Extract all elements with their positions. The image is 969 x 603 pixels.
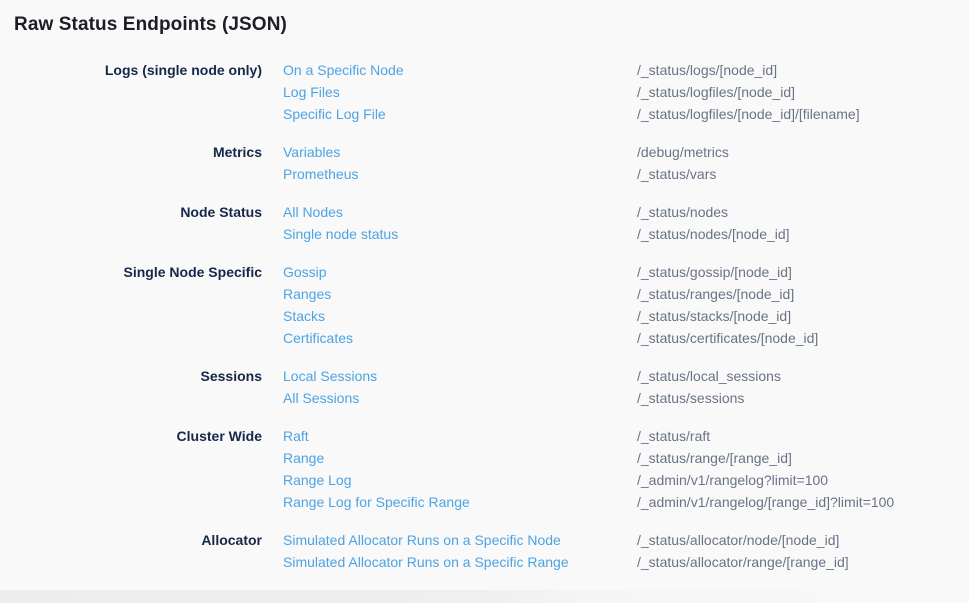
endpoint-link-range[interactable]: Range [283, 447, 637, 469]
group-label: Logs (single node only) [14, 59, 262, 81]
endpoint-link-ranges[interactable]: Ranges [283, 283, 637, 305]
endpoint-link-prometheus[interactable]: Prometheus [283, 163, 637, 185]
endpoint-row: Local Sessions /_status/local_sessions [283, 365, 955, 387]
endpoint-link-log-files[interactable]: Log Files [283, 81, 637, 103]
endpoint-group-allocator: Allocator Simulated Allocator Runs on a … [14, 529, 955, 573]
endpoint-row: Simulated Allocator Runs on a Specific R… [283, 551, 955, 573]
endpoint-path: /_status/allocator/range/[range_id] [637, 551, 849, 573]
endpoint-link-simulated-allocator-node[interactable]: Simulated Allocator Runs on a Specific N… [283, 529, 637, 551]
endpoint-path: /_status/sessions [637, 387, 744, 409]
endpoint-link-all-nodes[interactable]: All Nodes [283, 201, 637, 223]
endpoint-group-node-status: Node Status All Nodes /_status/nodes Sin… [14, 201, 955, 245]
endpoint-row: Raft /_status/raft [283, 425, 955, 447]
endpoint-row: All Nodes /_status/nodes [283, 201, 955, 223]
endpoint-link-variables[interactable]: Variables [283, 141, 637, 163]
endpoint-group-logs: Logs (single node only) On a Specific No… [14, 59, 955, 125]
endpoint-groups: Logs (single node only) On a Specific No… [14, 59, 955, 573]
endpoint-link-gossip[interactable]: Gossip [283, 261, 637, 283]
endpoint-row: Variables /debug/metrics [283, 141, 955, 163]
endpoint-group-metrics: Metrics Variables /debug/metrics Prometh… [14, 141, 955, 185]
endpoint-path: /_status/gossip/[node_id] [637, 261, 792, 283]
group-label: Single Node Specific [14, 261, 262, 283]
endpoint-row: Range Log /_admin/v1/rangelog?limit=100 [283, 469, 955, 491]
endpoint-link-raft[interactable]: Raft [283, 425, 637, 447]
endpoint-link-certificates[interactable]: Certificates [283, 327, 637, 349]
endpoint-path: /_status/certificates/[node_id] [637, 327, 818, 349]
raw-status-endpoints-page: Raw Status Endpoints (JSON) Logs (single… [0, 0, 969, 573]
endpoint-path: /_status/logfiles/[node_id] [637, 81, 795, 103]
endpoint-row: Certificates /_status/certificates/[node… [283, 327, 955, 349]
group-label: Cluster Wide [14, 425, 262, 447]
endpoint-path: /_admin/v1/rangelog/[range_id]?limit=100 [637, 491, 894, 513]
endpoint-row: Ranges /_status/ranges/[node_id] [283, 283, 955, 305]
endpoint-link-range-log[interactable]: Range Log [283, 469, 637, 491]
endpoint-link-on-a-specific-node[interactable]: On a Specific Node [283, 59, 637, 81]
group-label: Metrics [14, 141, 262, 163]
endpoint-path: /_admin/v1/rangelog?limit=100 [637, 469, 828, 491]
endpoint-link-all-sessions[interactable]: All Sessions [283, 387, 637, 409]
endpoint-path: /_status/logs/[node_id] [637, 59, 777, 81]
endpoint-path: /_status/raft [637, 425, 710, 447]
endpoint-row: Log Files /_status/logfiles/[node_id] [283, 81, 955, 103]
endpoint-path: /_status/allocator/node/[node_id] [637, 529, 839, 551]
endpoint-link-simulated-allocator-range[interactable]: Simulated Allocator Runs on a Specific R… [283, 551, 637, 573]
endpoint-link-local-sessions[interactable]: Local Sessions [283, 365, 637, 387]
endpoint-path: /_status/stacks/[node_id] [637, 305, 791, 327]
endpoint-row: Specific Log File /_status/logfiles/[nod… [283, 103, 955, 125]
page-title: Raw Status Endpoints (JSON) [14, 13, 955, 37]
endpoint-row: All Sessions /_status/sessions [283, 387, 955, 409]
endpoint-row: Prometheus /_status/vars [283, 163, 955, 185]
endpoint-path: /_status/ranges/[node_id] [637, 283, 794, 305]
endpoint-path: /_status/local_sessions [637, 365, 781, 387]
endpoint-row: Range Log for Specific Range /_admin/v1/… [283, 491, 955, 513]
endpoint-row: Gossip /_status/gossip/[node_id] [283, 261, 955, 283]
endpoint-row: Range /_status/range/[range_id] [283, 447, 955, 469]
endpoint-path: /_status/nodes/[node_id] [637, 223, 790, 245]
endpoint-group-cluster-wide: Cluster Wide Raft /_status/raft Range /_… [14, 425, 955, 513]
endpoint-link-stacks[interactable]: Stacks [283, 305, 637, 327]
bottom-panel-edge [0, 590, 969, 603]
endpoint-row: On a Specific Node /_status/logs/[node_i… [283, 59, 955, 81]
endpoint-row: Stacks /_status/stacks/[node_id] [283, 305, 955, 327]
endpoint-path: /_status/vars [637, 163, 716, 185]
endpoint-link-single-node-status[interactable]: Single node status [283, 223, 637, 245]
group-label: Node Status [14, 201, 262, 223]
endpoint-path: /_status/range/[range_id] [637, 447, 792, 469]
group-label: Sessions [14, 365, 262, 387]
endpoint-group-single-node-specific: Single Node Specific Gossip /_status/gos… [14, 261, 955, 349]
endpoint-link-range-log-specific-range[interactable]: Range Log for Specific Range [283, 491, 637, 513]
endpoint-path: /_status/logfiles/[node_id]/[filename] [637, 103, 860, 125]
endpoint-row: Simulated Allocator Runs on a Specific N… [283, 529, 955, 551]
endpoint-path: /_status/nodes [637, 201, 728, 223]
group-label: Allocator [14, 529, 262, 551]
endpoint-row: Single node status /_status/nodes/[node_… [283, 223, 955, 245]
endpoint-path: /debug/metrics [637, 141, 729, 163]
endpoint-group-sessions: Sessions Local Sessions /_status/local_s… [14, 365, 955, 409]
endpoint-link-specific-log-file[interactable]: Specific Log File [283, 103, 637, 125]
